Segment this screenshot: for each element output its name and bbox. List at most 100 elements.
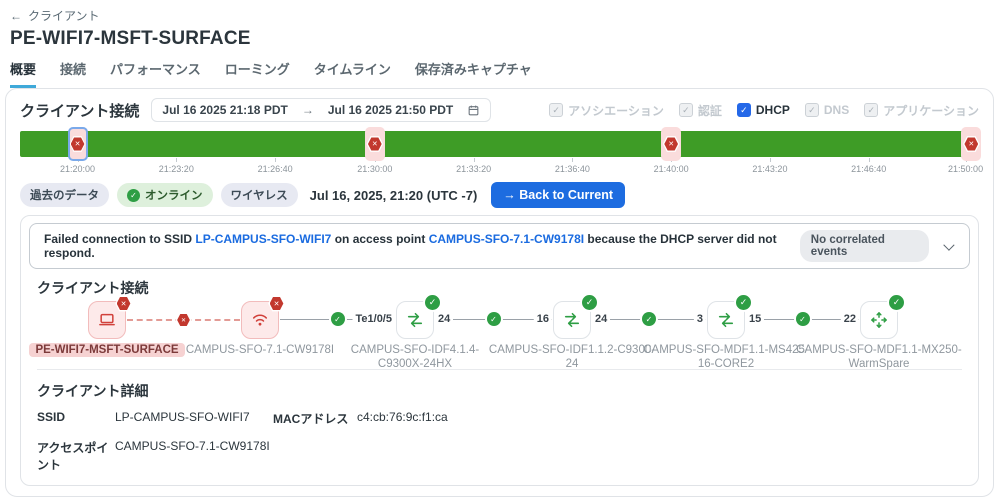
timeline-error-marker[interactable]: ✕ — [365, 127, 385, 161]
event-type-filters: ✓アソシエーション✓認証✓DHCP✓DNS✓アプリケーション — [549, 102, 979, 119]
timeline-tick — [474, 158, 475, 162]
alert-text-part: Failed connection to SSID — [44, 232, 195, 246]
x-icon: ✕ — [117, 297, 131, 311]
error-hexagon-icon: ✕ — [268, 295, 285, 312]
timeline-tick-label: 21:30:00 — [357, 164, 392, 174]
access-point-icon — [250, 310, 270, 330]
x-icon: ✕ — [71, 137, 85, 151]
error-hexagon-icon: ✕ — [70, 136, 86, 153]
x-icon: ✕ — [664, 137, 678, 151]
detail-value: LP-CAMPUS-SFO-WIFI7 — [115, 410, 273, 424]
date-range-picker[interactable]: Jul 16 2025 21:18 PDT → Jul 16 2025 21:5… — [151, 98, 491, 122]
ok-badge: ✓ — [425, 295, 440, 310]
link-ok-icon: ✓ — [487, 312, 501, 326]
device-label[interactable]: CAMPUS-SFO-IDF1.1.2-C9300-24 — [486, 343, 658, 372]
highlighted-device-name: PE-WIFI7-MSFT-SURFACE — [29, 343, 184, 357]
device-label[interactable]: CAMPUS-SFO-MDF1.1-MX250-WarmSpare — [793, 343, 965, 372]
timeline-tick — [770, 158, 771, 162]
detail-label: MACアドレス — [273, 410, 357, 427]
timeline-tick-label: 21:20:00 — [60, 164, 95, 174]
timeline-tick — [275, 158, 276, 162]
tab-overview[interactable]: 概要 — [10, 59, 36, 88]
checkbox-icon[interactable]: ✓ — [737, 103, 751, 117]
tab-bar: 概要接続パフォーマンスローミングタイムライン保存済みキャプチャ — [10, 59, 987, 88]
detail-value: c4:cb:76:9c:f1:ca — [357, 410, 970, 424]
device-node-access-point[interactable]: ✕ — [241, 301, 279, 339]
error-hexagon-icon: ✕ — [963, 136, 980, 153]
selected-timestamp: Jul 16, 2025, 21:20 (UTC -7) — [310, 188, 478, 203]
status-badge: 過去のデータ — [20, 183, 109, 207]
timeline-tick — [572, 158, 573, 162]
failure-alert: Failed connection to SSID LP-CAMPUS-SFO-… — [29, 223, 970, 269]
device-label[interactable]: CAMPUS-SFO-IDF4.1.4-C9300X-24HX — [329, 343, 501, 372]
port-label: 24 — [435, 313, 453, 325]
link-ok-icon: ✓ — [796, 312, 810, 326]
device-link[interactable]: CAMPUS-SFO-7.1-CW9178I — [429, 232, 584, 246]
status-badge: ✓オンライン — [117, 183, 213, 207]
connection-detail-card: Failed connection to SSID LP-CAMPUS-SFO-… — [20, 215, 979, 486]
date-range-arrow: → — [302, 103, 314, 117]
client-connection-card: クライアント接続 Jul 16 2025 21:18 PDT → Jul 16 … — [5, 88, 994, 497]
panel-title: クライアント接続 — [20, 100, 139, 121]
checkbox-icon: ✓ — [679, 103, 693, 117]
calendar-icon — [467, 104, 480, 117]
timeline-tick — [176, 158, 177, 162]
tab-roaming[interactable]: ローミング — [225, 59, 290, 88]
connection-timeline[interactable]: 21:20:00 21:23:20 21:26:40 21:30:00 21:33:20… — [20, 128, 979, 178]
filter-dhcp[interactable]: ✓ DHCP — [737, 103, 790, 117]
status-badge: ワイヤレス — [221, 183, 298, 207]
detail-value: CAMPUS-SFO-7.1-CW9178I — [115, 439, 273, 453]
filter-disabled: ✓DNS — [805, 103, 849, 117]
device-node-laptop[interactable]: ✕ — [88, 301, 126, 339]
error-hexagon-icon: ✕ — [115, 295, 132, 312]
error-badge: ✕ — [268, 295, 285, 312]
error-hexagon-icon: ✕ — [176, 312, 192, 328]
topology-title: クライアント接続 — [37, 278, 970, 298]
filter-label: 認証 — [698, 102, 722, 119]
correlated-events-badge: No correlated events — [800, 230, 930, 262]
breadcrumb-label: クライアント — [28, 7, 100, 24]
failure-alert-right: No correlated events — [800, 230, 961, 262]
back-arrow-icon: ← — [10, 9, 22, 23]
switch-icon — [562, 310, 582, 330]
breadcrumb[interactable]: ← クライアント — [10, 7, 100, 24]
tab-saved-captures[interactable]: 保存済みキャプチャ — [415, 59, 532, 88]
filter-label: DHCP — [756, 103, 790, 117]
device-node-appliance[interactable]: ✓ — [860, 301, 898, 339]
link-ok-icon: ✓ — [331, 312, 345, 326]
timeline-error-marker[interactable]: ✕ — [661, 127, 681, 161]
x-icon: ✕ — [368, 137, 382, 151]
port-label: 3 — [694, 313, 706, 325]
timeline-tick-label: 21:23:20 — [159, 164, 194, 174]
link-ok-icon: ✓ — [642, 312, 656, 326]
x-icon: ✕ — [964, 137, 978, 151]
alert-text-part: on access point — [331, 232, 428, 246]
port-label: 15 — [746, 313, 764, 325]
device-node-switch[interactable]: ✓ — [707, 301, 745, 339]
device-node-switch[interactable]: ✓ — [553, 301, 591, 339]
device-label[interactable]: CAMPUS-SFO-MDF1.1-MS425-16-CORE2 — [640, 343, 812, 372]
device-node-switch[interactable]: ✓ — [396, 301, 434, 339]
timeline-tick-label: 21:26:40 — [258, 164, 293, 174]
tab-connections[interactable]: 接続 — [60, 59, 86, 88]
back-to-current-button[interactable]: → Back to Current — [491, 182, 625, 208]
timeline-bar[interactable] — [20, 131, 979, 157]
timeline-tick-label: 21:40:00 — [654, 164, 689, 174]
status-row: 過去のデータ ✓オンラインワイヤレス Jul 16, 2025, 21:20 (UT… — [20, 182, 979, 208]
timeline-error-marker[interactable]: ✕ — [68, 127, 88, 161]
device-label[interactable]: PE-WIFI7-MSFT-SURFACE — [21, 343, 193, 357]
timeline-error-marker[interactable]: ✕ — [961, 127, 981, 161]
x-icon: ✕ — [177, 314, 190, 327]
tab-performance[interactable]: パフォーマンス — [110, 59, 201, 88]
timeline-tick-label: 21:33:20 — [456, 164, 491, 174]
device-label[interactable]: CAMPUS-SFO-7.1-CW9178I — [174, 343, 346, 357]
tab-timeline[interactable]: タイムライン — [314, 59, 391, 88]
panel-head: クライアント接続 Jul 16 2025 21:18 PDT → Jul 16 … — [20, 98, 979, 122]
date-range-start: Jul 16 2025 21:18 PDT — [162, 103, 287, 117]
laptop-icon — [97, 310, 117, 330]
chevron-down-icon[interactable] — [944, 239, 955, 250]
device-link[interactable]: LP-CAMPUS-SFO-WIFI7 — [195, 232, 331, 246]
checkbox-icon: ✓ — [864, 103, 878, 117]
error-hexagon-icon: ✕ — [366, 136, 383, 153]
port-label: 16 — [534, 313, 552, 325]
